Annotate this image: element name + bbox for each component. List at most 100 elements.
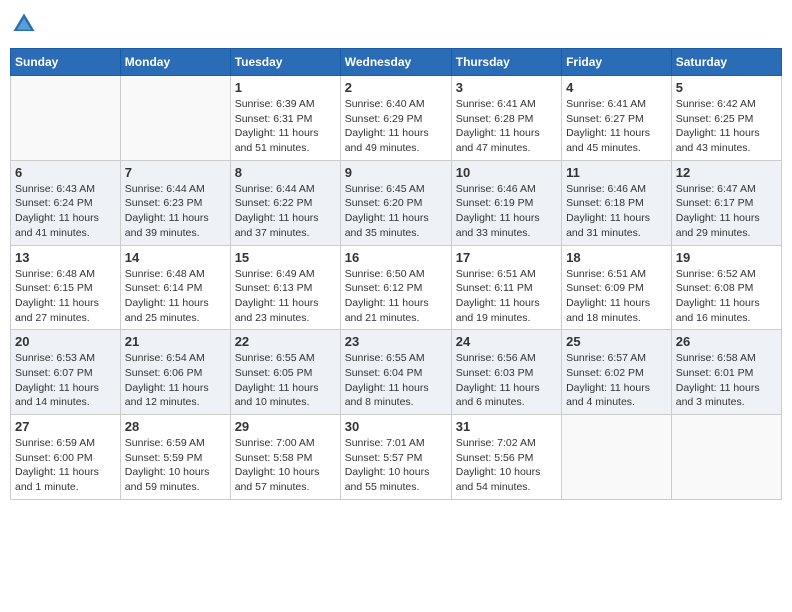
day-info: Sunrise: 6:59 AMSunset: 5:59 PMDaylight:… <box>125 436 226 495</box>
day-header-saturday: Saturday <box>671 49 781 76</box>
day-number: 17 <box>456 250 557 265</box>
day-info: Sunrise: 6:51 AMSunset: 6:09 PMDaylight:… <box>566 267 667 326</box>
day-info: Sunrise: 6:48 AMSunset: 6:14 PMDaylight:… <box>125 267 226 326</box>
day-info: Sunrise: 6:57 AMSunset: 6:02 PMDaylight:… <box>566 351 667 410</box>
day-number: 1 <box>235 80 336 95</box>
day-number: 26 <box>676 334 777 349</box>
day-info: Sunrise: 6:55 AMSunset: 6:05 PMDaylight:… <box>235 351 336 410</box>
calendar-cell: 6 Sunrise: 6:43 AMSunset: 6:24 PMDaylight… <box>11 160 121 245</box>
day-number: 18 <box>566 250 667 265</box>
calendar-cell: 12 Sunrise: 6:47 AMSunset: 6:17 PMDayligh… <box>671 160 781 245</box>
calendar-cell: 17 Sunrise: 6:51 AMSunset: 6:11 PMDayligh… <box>451 245 561 330</box>
day-number: 22 <box>235 334 336 349</box>
week-row-1: 1 Sunrise: 6:39 AMSunset: 6:31 PMDaylight… <box>11 76 782 161</box>
day-number: 11 <box>566 165 667 180</box>
day-number: 4 <box>566 80 667 95</box>
calendar-cell: 2 Sunrise: 6:40 AMSunset: 6:29 PMDaylight… <box>340 76 451 161</box>
day-number: 30 <box>345 419 447 434</box>
day-number: 9 <box>345 165 447 180</box>
day-info: Sunrise: 6:43 AMSunset: 6:24 PMDaylight:… <box>15 182 116 241</box>
calendar-cell: 5 Sunrise: 6:42 AMSunset: 6:25 PMDaylight… <box>671 76 781 161</box>
calendar-cell: 25 Sunrise: 6:57 AMSunset: 6:02 PMDayligh… <box>562 330 672 415</box>
day-number: 3 <box>456 80 557 95</box>
day-number: 28 <box>125 419 226 434</box>
calendar-cell: 3 Sunrise: 6:41 AMSunset: 6:28 PMDaylight… <box>451 76 561 161</box>
day-info: Sunrise: 6:41 AMSunset: 6:27 PMDaylight:… <box>566 97 667 156</box>
day-number: 12 <box>676 165 777 180</box>
calendar-cell: 20 Sunrise: 6:53 AMSunset: 6:07 PMDayligh… <box>11 330 121 415</box>
day-info: Sunrise: 6:52 AMSunset: 6:08 PMDaylight:… <box>676 267 777 326</box>
calendar-table: SundayMondayTuesdayWednesdayThursdayFrid… <box>10 48 782 500</box>
calendar-cell: 24Sunrise: 6:56 AMSunset: 6:03 PMDayligh… <box>451 330 561 415</box>
calendar-cell <box>671 415 781 500</box>
day-number: 13 <box>15 250 116 265</box>
day-header-thursday: Thursday <box>451 49 561 76</box>
calendar-cell <box>562 415 672 500</box>
day-info: Sunrise: 6:49 AMSunset: 6:13 PMDaylight:… <box>235 267 336 326</box>
calendar-cell <box>120 76 230 161</box>
day-info: Sunrise: 6:44 AMSunset: 6:23 PMDaylight:… <box>125 182 226 241</box>
calendar-cell: 29 Sunrise: 7:00 AMSunset: 5:58 PMDayligh… <box>230 415 340 500</box>
page-header <box>10 10 782 38</box>
calendar-cell: 11 Sunrise: 6:46 AMSunset: 6:18 PMDayligh… <box>562 160 672 245</box>
day-info: Sunrise: 6:45 AMSunset: 6:20 PMDaylight:… <box>345 182 447 241</box>
day-info: Sunrise: 6:50 AMSunset: 6:12 PMDaylight:… <box>345 267 447 326</box>
day-info: Sunrise: 6:39 AMSunset: 6:31 PMDaylight:… <box>235 97 336 156</box>
day-info: Sunrise: 6:55 AMSunset: 6:04 PMDaylight:… <box>345 351 447 410</box>
day-info: Sunrise: 6:46 AMSunset: 6:18 PMDaylight:… <box>566 182 667 241</box>
day-info: Sunrise: 7:00 AMSunset: 5:58 PMDaylight:… <box>235 436 336 495</box>
day-info: Sunrise: 6:53 AMSunset: 6:07 PMDaylight:… <box>15 351 116 410</box>
calendar-cell <box>11 76 121 161</box>
week-row-3: 13 Sunrise: 6:48 AMSunset: 6:15 PMDayligh… <box>11 245 782 330</box>
day-number: 14 <box>125 250 226 265</box>
calendar-cell: 14 Sunrise: 6:48 AMSunset: 6:14 PMDayligh… <box>120 245 230 330</box>
calendar-cell: 10Sunrise: 6:46 AMSunset: 6:19 PMDayligh… <box>451 160 561 245</box>
logo-icon <box>10 10 38 38</box>
day-number: 16 <box>345 250 447 265</box>
day-number: 21 <box>125 334 226 349</box>
calendar-cell: 7Sunrise: 6:44 AMSunset: 6:23 PMDaylight… <box>120 160 230 245</box>
calendar-cell: 15 Sunrise: 6:49 AMSunset: 6:13 PMDayligh… <box>230 245 340 330</box>
calendar-cell: 21 Sunrise: 6:54 AMSunset: 6:06 PMDayligh… <box>120 330 230 415</box>
calendar-cell: 30Sunrise: 7:01 AMSunset: 5:57 PMDayligh… <box>340 415 451 500</box>
calendar-cell: 18 Sunrise: 6:51 AMSunset: 6:09 PMDayligh… <box>562 245 672 330</box>
calendar-cell: 26 Sunrise: 6:58 AMSunset: 6:01 PMDayligh… <box>671 330 781 415</box>
week-row-2: 6 Sunrise: 6:43 AMSunset: 6:24 PMDaylight… <box>11 160 782 245</box>
day-number: 31 <box>456 419 557 434</box>
logo <box>10 10 42 38</box>
day-number: 15 <box>235 250 336 265</box>
day-info: Sunrise: 6:48 AMSunset: 6:15 PMDaylight:… <box>15 267 116 326</box>
calendar-cell: 4 Sunrise: 6:41 AMSunset: 6:27 PMDaylight… <box>562 76 672 161</box>
day-number: 29 <box>235 419 336 434</box>
week-row-5: 27 Sunrise: 6:59 AMSunset: 6:00 PMDayligh… <box>11 415 782 500</box>
day-info: Sunrise: 6:41 AMSunset: 6:28 PMDaylight:… <box>456 97 557 156</box>
day-info: Sunrise: 6:42 AMSunset: 6:25 PMDaylight:… <box>676 97 777 156</box>
day-number: 6 <box>15 165 116 180</box>
day-number: 5 <box>676 80 777 95</box>
calendar-cell: 8Sunrise: 6:44 AMSunset: 6:22 PMDaylight… <box>230 160 340 245</box>
day-number: 19 <box>676 250 777 265</box>
day-number: 25 <box>566 334 667 349</box>
calendar-cell: 1 Sunrise: 6:39 AMSunset: 6:31 PMDaylight… <box>230 76 340 161</box>
day-info: Sunrise: 6:59 AMSunset: 6:00 PMDaylight:… <box>15 436 116 495</box>
day-header-friday: Friday <box>562 49 672 76</box>
day-info: Sunrise: 6:54 AMSunset: 6:06 PMDaylight:… <box>125 351 226 410</box>
day-number: 20 <box>15 334 116 349</box>
calendar-cell: 27 Sunrise: 6:59 AMSunset: 6:00 PMDayligh… <box>11 415 121 500</box>
day-info: Sunrise: 6:40 AMSunset: 6:29 PMDaylight:… <box>345 97 447 156</box>
day-info: Sunrise: 6:47 AMSunset: 6:17 PMDaylight:… <box>676 182 777 241</box>
day-info: Sunrise: 6:51 AMSunset: 6:11 PMDaylight:… <box>456 267 557 326</box>
calendar-cell: 19 Sunrise: 6:52 AMSunset: 6:08 PMDayligh… <box>671 245 781 330</box>
day-header-tuesday: Tuesday <box>230 49 340 76</box>
day-info: Sunrise: 6:58 AMSunset: 6:01 PMDaylight:… <box>676 351 777 410</box>
day-number: 2 <box>345 80 447 95</box>
day-number: 23 <box>345 334 447 349</box>
day-number: 27 <box>15 419 116 434</box>
day-header-sunday: Sunday <box>11 49 121 76</box>
day-number: 10 <box>456 165 557 180</box>
week-row-4: 20 Sunrise: 6:53 AMSunset: 6:07 PMDayligh… <box>11 330 782 415</box>
calendar-cell: 9 Sunrise: 6:45 AMSunset: 6:20 PMDaylight… <box>340 160 451 245</box>
calendar-cell: 22 Sunrise: 6:55 AMSunset: 6:05 PMDayligh… <box>230 330 340 415</box>
calendar-cell: 16 Sunrise: 6:50 AMSunset: 6:12 PMDayligh… <box>340 245 451 330</box>
day-number: 24 <box>456 334 557 349</box>
